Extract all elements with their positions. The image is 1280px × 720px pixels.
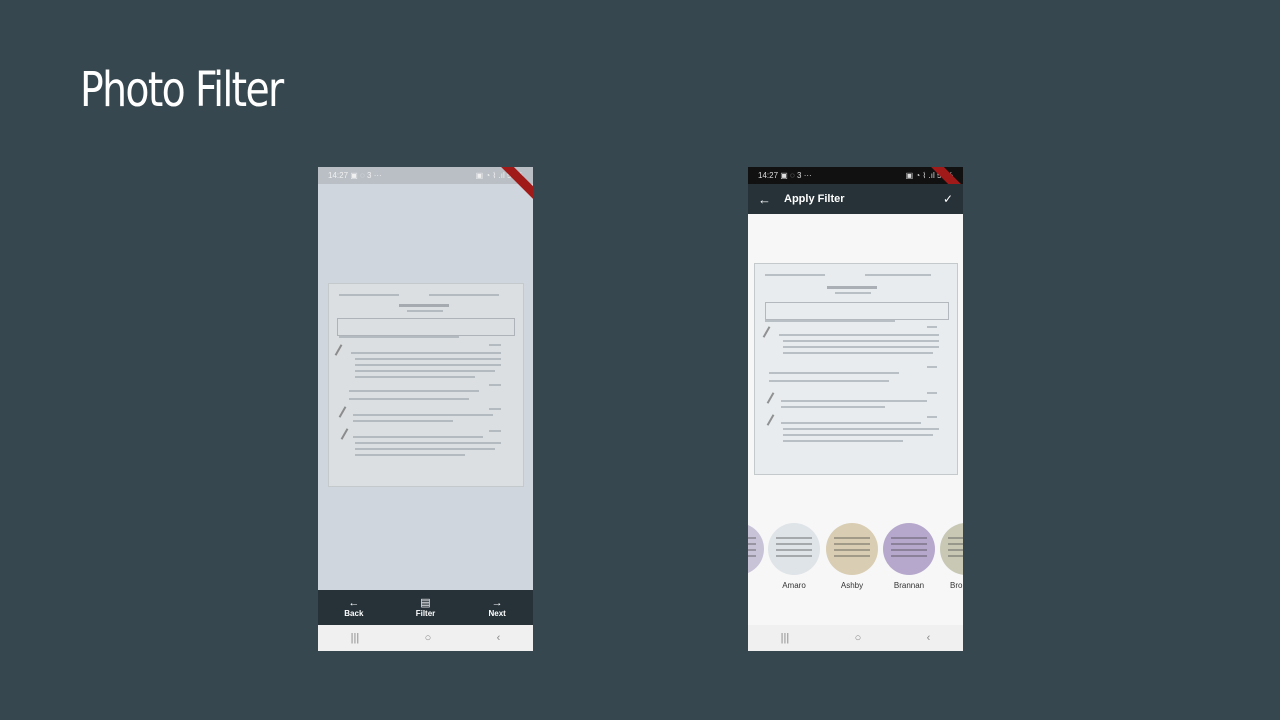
filter-thumbnail [940,523,963,575]
back-arrow-icon[interactable]: ← [758,192,784,207]
filter-carousel[interactable]: Amaro Ashby Brannan Bro [748,523,963,598]
status-bar: 14:27 ▣ ◌ 3 ··· ▣ ◔ ⌇ .ıl 57% [748,167,963,184]
filter-label: Bro [950,581,963,590]
filter-label: Ashby [840,581,864,590]
next-label: Next [488,609,506,618]
status-time: 14:27 [328,171,349,180]
home-icon[interactable]: ○ [855,632,862,644]
bottom-action-bar: ← Back ▤ Filter → Next [318,590,533,625]
filter-option-partial[interactable]: Bro [938,523,963,590]
back-button[interactable]: ← Back [329,597,379,618]
filter-label: Filter [415,609,436,618]
status-left-icons: ▣ ◌ 3 ··· [780,171,812,180]
filter-label: Brannan [893,581,925,590]
filter-option-brannan[interactable]: Brannan [881,523,937,590]
status-bar: 14:27 ▣ ◌ 3 ··· ▣ ◔ ⌇ .ıl 57% [318,167,533,184]
back-nav-icon[interactable]: ‹ [497,632,501,644]
status-time: 14:27 [758,171,779,180]
app-bar-title: Apply Filter [784,193,845,205]
back-label: Back [344,609,364,618]
check-icon[interactable]: ✓ [943,192,953,206]
next-button[interactable]: → Next [472,597,522,618]
filter-thumbnail [883,523,935,575]
slide-title: Photo Filter [80,62,284,118]
filter-thumbnail [748,523,764,575]
filter-thumbnail [768,523,820,575]
filter-option-amaro[interactable]: Amaro [766,523,822,590]
back-nav-icon[interactable]: ‹ [927,632,931,644]
arrow-right-icon: → [491,597,503,609]
filtered-document-preview [754,263,958,475]
filter-photo-icon: ▤ [420,597,431,609]
phone-apply-filter: 14:27 ▣ ◌ 3 ··· ▣ ◔ ⌇ .ıl 57% ← Apply Fi… [748,167,963,651]
filter-option-ashby[interactable]: Ashby [824,523,880,590]
phone-screen-crop: 14:27 ▣ ◌ 3 ··· ▣ ◔ ⌇ .ıl 57% ← Back ▤ F… [318,167,533,651]
filter-thumbnail [826,523,878,575]
filter-button[interactable]: ▤ Filter [400,597,450,618]
status-left-icons: ▣ ◌ 3 ··· [350,171,382,180]
filter-label: Amaro [782,581,806,590]
home-icon[interactable]: ○ [425,632,432,644]
document-photo[interactable] [328,283,524,487]
filter-option[interactable] [748,523,766,581]
app-bar: ← Apply Filter ✓ [748,184,963,214]
system-nav-bar: ||| ○ ‹ [318,625,533,651]
recents-icon[interactable]: ||| [781,632,790,644]
recents-icon[interactable]: ||| [351,632,360,644]
arrow-left-icon: ← [348,597,360,609]
system-nav-bar: ||| ○ ‹ [748,625,963,651]
